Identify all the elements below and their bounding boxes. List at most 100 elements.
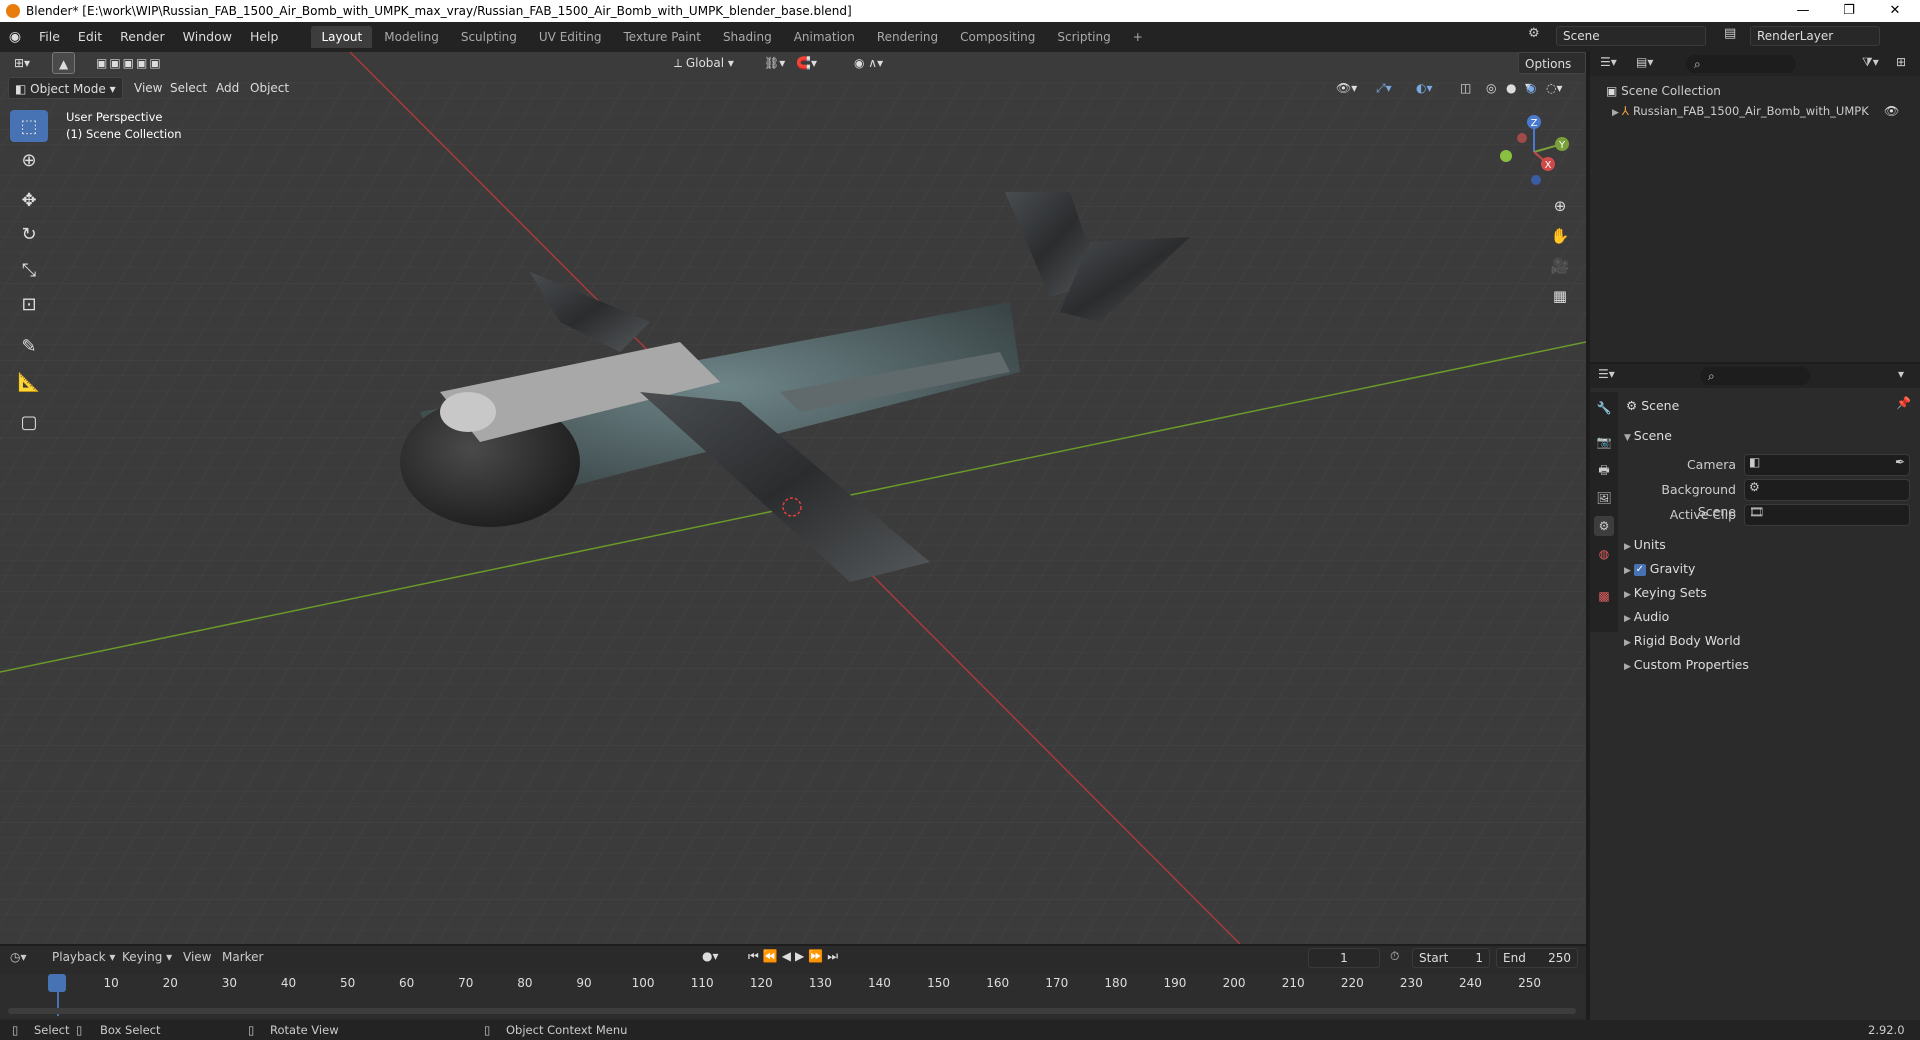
- properties-search-input[interactable]: ⌕: [1700, 367, 1810, 385]
- play-icon[interactable]: ▶: [795, 949, 808, 963]
- scene-panel-header[interactable]: ▼ Scene: [1624, 425, 1672, 447]
- background-scene-field[interactable]: ⚙: [1744, 479, 1910, 501]
- tool-scale-icon[interactable]: ⤡: [10, 254, 48, 286]
- view-layer-tab-icon[interactable]: 🖼: [1594, 488, 1614, 508]
- frame-ruler[interactable]: 1102030405060708090100110120130140150160…: [0, 974, 1586, 1018]
- scene-selector-icon[interactable]: ⚙: [1528, 26, 1540, 41]
- tool-tab-icon[interactable]: 🔧: [1594, 398, 1614, 418]
- jump-end-icon[interactable]: ⏭: [827, 949, 842, 963]
- menu-help[interactable]: Help: [241, 22, 288, 52]
- display-mode-icon[interactable]: ▤▾: [1636, 55, 1653, 69]
- menu-marker[interactable]: Marker: [222, 950, 263, 964]
- camera-field[interactable]: ◧ ✒: [1744, 454, 1910, 476]
- pan-hand-icon[interactable]: ✋: [1548, 224, 1572, 248]
- prev-keyframe-icon[interactable]: ⏪: [763, 949, 782, 963]
- navigation-gizmo[interactable]: Z Y X: [1486, 108, 1572, 194]
- filter-icon[interactable]: ⧩▾: [1862, 55, 1879, 70]
- tool-move-icon[interactable]: ✥: [10, 184, 48, 216]
- playhead[interactable]: [48, 974, 66, 992]
- menu-keying[interactable]: Keying ▾: [122, 950, 172, 964]
- object-name-label: Russian_FAB_1500_Air_Bomb_with_UMPK: [1632, 104, 1869, 118]
- section-audio[interactable]: ▶ Audio: [1624, 606, 1669, 628]
- jump-start-icon[interactable]: ⏮: [748, 949, 763, 963]
- 3d-viewport[interactable]: [0, 52, 1586, 944]
- end-frame-field[interactable]: End 250: [1496, 948, 1578, 968]
- world-tab-icon[interactable]: ◍: [1594, 544, 1614, 564]
- scene-name-field[interactable]: Scene: [1556, 26, 1706, 46]
- playback-controls[interactable]: ⏮⏪◀▶⏩⏭: [748, 949, 842, 964]
- tab-modeling[interactable]: Modeling: [374, 26, 449, 48]
- section-gravity[interactable]: ▶ ✓ Gravity: [1624, 558, 1695, 580]
- tool-select-box-icon[interactable]: ⬚: [10, 110, 48, 142]
- expand-arrow-icon: ▶: [1624, 614, 1634, 624]
- section-units[interactable]: ▶ Units: [1624, 534, 1666, 556]
- tool-add-cube-icon[interactable]: ▢: [10, 406, 48, 438]
- tool-cursor-icon[interactable]: ⊕: [10, 144, 48, 176]
- timeline-editor[interactable]: ◷▾ Playback ▾ Keying ▾ View Marker ●▾ ⏮⏪…: [0, 946, 1586, 1020]
- timeline-editor-icon[interactable]: ◷▾: [10, 950, 27, 964]
- tab-texture-paint[interactable]: Texture Paint: [614, 26, 711, 48]
- tab-compositing[interactable]: Compositing: [950, 26, 1045, 48]
- outliner-search-input[interactable]: ⌕: [1686, 55, 1796, 73]
- menu-timeline-view[interactable]: View: [183, 950, 211, 964]
- scene-tab-icon[interactable]: ⚙: [1594, 516, 1614, 536]
- tab-animation[interactable]: Animation: [784, 26, 865, 48]
- section-keying-sets[interactable]: ▶ Keying Sets: [1624, 582, 1707, 604]
- start-frame-field[interactable]: Start 1: [1412, 948, 1490, 968]
- gravity-checkbox[interactable]: ✓: [1633, 563, 1646, 576]
- status-box-select: Box Select: [100, 1023, 161, 1037]
- output-tab-icon[interactable]: 🖶: [1594, 460, 1614, 480]
- tool-rotate-icon[interactable]: ↻: [10, 218, 48, 250]
- menu-render[interactable]: Render: [111, 22, 174, 52]
- auto-key-record-icon[interactable]: ●▾: [702, 949, 719, 963]
- tab-uv-editing[interactable]: UV Editing: [529, 26, 612, 48]
- camera-view-icon[interactable]: 🎥: [1548, 254, 1572, 278]
- menu-edit[interactable]: Edit: [69, 22, 111, 52]
- active-clip-field[interactable]: 🎞: [1744, 504, 1910, 526]
- scene-collection-label: Scene Collection: [1621, 84, 1721, 98]
- tool-measure-icon[interactable]: 📐: [10, 366, 48, 398]
- pin-icon[interactable]: 📌: [1896, 396, 1911, 410]
- tab-shading[interactable]: Shading: [713, 26, 782, 48]
- tool-transform-icon[interactable]: ⊡: [10, 288, 48, 320]
- render-layer-field[interactable]: RenderLayer: [1750, 26, 1880, 46]
- properties-editor-icon[interactable]: ☰▾: [1598, 367, 1615, 381]
- ortho-grid-icon[interactable]: ▦: [1548, 284, 1572, 308]
- restore-button[interactable]: ❐: [1826, 0, 1872, 22]
- timeline-scrollbar[interactable]: [8, 1008, 1576, 1014]
- outliner-row-object[interactable]: ▶ ⅄ Russian_FAB_1500_Air_Bomb_with_UMPK …: [1612, 102, 1912, 120]
- outliner-editor-icon[interactable]: ☰▾: [1600, 55, 1617, 69]
- zoom-icon[interactable]: ⊕: [1548, 194, 1572, 218]
- texture-tab-icon[interactable]: ▩: [1594, 586, 1614, 606]
- visibility-eye-icon[interactable]: 👁: [1884, 102, 1899, 120]
- minimize-button[interactable]: —: [1780, 0, 1826, 22]
- render-tab-icon[interactable]: 📷: [1594, 432, 1614, 452]
- preview-range-icon[interactable]: ⏱: [1390, 949, 1399, 964]
- blender-menu-icon[interactable]: ◉: [0, 29, 30, 45]
- next-keyframe-icon[interactable]: ⏩: [808, 949, 827, 963]
- new-collection-icon[interactable]: ⊞: [1896, 55, 1906, 69]
- section-rigid-body-world[interactable]: ▶ Rigid Body World: [1624, 630, 1741, 652]
- play-reverse-icon[interactable]: ◀: [782, 949, 795, 963]
- render-layer-icon[interactable]: ▤: [1724, 26, 1736, 41]
- clip-icon: 🎞: [1749, 505, 1765, 519]
- properties-header: ☰▾ ⌕ ▾: [1590, 364, 1920, 388]
- mouse-right-icon: ▯: [484, 1023, 491, 1037]
- eyedropper-icon[interactable]: ✒: [1895, 455, 1905, 469]
- current-frame-field[interactable]: 1: [1308, 948, 1380, 968]
- outliner-row-scene-collection[interactable]: ▣ Scene Collection: [1606, 82, 1721, 100]
- close-button[interactable]: ✕: [1872, 0, 1918, 22]
- menu-window[interactable]: Window: [174, 22, 241, 52]
- tab-sculpting[interactable]: Sculpting: [451, 26, 527, 48]
- expand-arrow-icon[interactable]: ▶: [1612, 108, 1622, 118]
- tab-rendering[interactable]: Rendering: [867, 26, 948, 48]
- tab-layout[interactable]: Layout: [311, 26, 373, 48]
- search-icon: ⌕: [1708, 369, 1715, 383]
- section-custom-properties[interactable]: ▶ Custom Properties: [1624, 654, 1749, 676]
- properties-options-icon[interactable]: ▾: [1898, 367, 1904, 381]
- tool-annotate-icon[interactable]: ✎: [10, 330, 48, 362]
- add-workspace-button[interactable]: +: [1123, 26, 1153, 48]
- tab-scripting[interactable]: Scripting: [1047, 26, 1120, 48]
- menu-playback[interactable]: Playback ▾: [52, 950, 115, 964]
- menu-file[interactable]: File: [30, 22, 69, 52]
